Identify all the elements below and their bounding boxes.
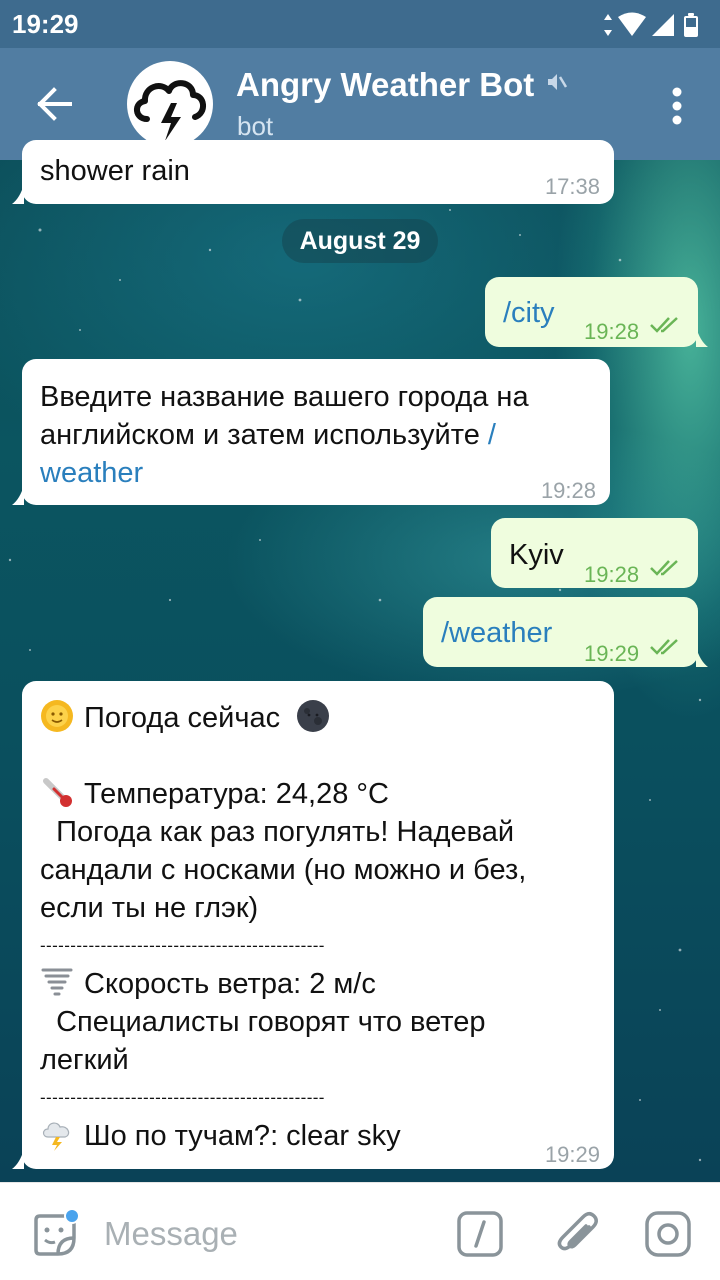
date-divider: August 29 (282, 219, 438, 263)
message-line: Введите название вашего города на (40, 381, 529, 413)
tornado-icon (41, 968, 73, 996)
bot-command-link[interactable]: / (488, 419, 496, 451)
message-time: 19:28 (540, 478, 596, 503)
thermometer-icon (43, 778, 72, 807)
divider-line: ----------------------------------------… (40, 1088, 325, 1107)
temperature-note: если ты не глэк) (40, 892, 259, 924)
temperature-line: Температура: 24,28 °C (40, 775, 605, 813)
wind-text: Скорость ветра: 2 м/с (84, 968, 376, 1000)
camera-button[interactable] (644, 1210, 692, 1258)
wind-note: Специалисты говорят что ветер (40, 1006, 486, 1038)
message-time: 19:29 (544, 1142, 600, 1167)
message-outgoing[interactable]: /weather 19:29 (423, 597, 698, 667)
more-vert-icon (672, 87, 682, 125)
message-time: 19:28 (584, 562, 640, 587)
bot-command-button[interactable] (456, 1210, 504, 1258)
attach-button[interactable] (553, 1207, 603, 1261)
message-incoming[interactable]: Введите название вашего города на англий… (22, 359, 610, 505)
chat-title: Angry Weather Bot (236, 66, 535, 103)
sticker-icon (34, 1208, 80, 1256)
read-checks-icon (650, 560, 678, 576)
message-text: shower rain (40, 155, 190, 187)
weather-report: Погода сейчас Температура: 24,28 °C Пого… (40, 699, 605, 1155)
mute-icon (548, 74, 568, 90)
status-icons (602, 12, 706, 38)
camera-icon (645, 1211, 691, 1257)
cloud-lightning-icon (42, 1122, 70, 1151)
temperature-note: Погода как раз погулять! Надевай (40, 816, 515, 848)
wind-line: Скорость ветра: 2 м/с (40, 965, 605, 1003)
sun-face-icon (41, 700, 73, 732)
message-outgoing[interactable]: Kyiv 19:28 (491, 518, 698, 588)
more-options-button[interactable] (670, 86, 684, 126)
new-moon-face-icon (297, 700, 330, 732)
message-time: 17:38 (544, 174, 600, 199)
bubble-tail (696, 327, 708, 347)
storm-cloud-avatar-icon (134, 80, 206, 141)
message-body: Введите название вашего города на англий… (40, 378, 600, 492)
message-time: 19:29 (584, 641, 640, 666)
status-time: 19:29 (12, 9, 79, 39)
message-line-text: английском и затем используйте (40, 419, 488, 451)
message-input-bar (0, 1182, 720, 1280)
message-incoming-weather[interactable]: Погода сейчас Температура: 24,28 °C Пого… (22, 681, 614, 1169)
message-line: английском и затем используйте / (40, 416, 600, 454)
wind-note: легкий (40, 1044, 129, 1076)
weather-heading: Погода сейчас (84, 702, 281, 734)
bot-command-link[interactable]: /weather (441, 614, 552, 652)
message-outgoing[interactable]: /city 19:28 (485, 277, 698, 347)
title-row[interactable]: Angry Weather Bot (236, 66, 569, 106)
clouds-text: Шо по тучам?: clear sky (84, 1120, 401, 1152)
bot-command-icon (457, 1211, 503, 1257)
bubble-tail (696, 647, 708, 667)
chat-subtitle: bot (237, 111, 274, 141)
message-time: 19:28 (584, 319, 640, 344)
temperature-note: сандали с носками (но можно и без, (40, 854, 527, 886)
read-checks-icon (650, 317, 678, 333)
message-incoming[interactable]: shower rain 17:38 (22, 140, 614, 204)
message-input[interactable] (104, 1211, 434, 1257)
bot-avatar[interactable] (127, 61, 213, 147)
sticker-button[interactable] (30, 1208, 80, 1260)
paperclip-icon (557, 1212, 598, 1251)
back-arrow-icon (37, 87, 72, 121)
bubble-tail (12, 184, 24, 204)
bubble-tail (12, 1149, 24, 1169)
temperature-text: Температура: 24,28 °C (84, 778, 389, 810)
bubble-tail (12, 485, 24, 505)
back-button[interactable] (30, 80, 80, 128)
status-bar: 19:29 (0, 0, 720, 48)
divider-line: ----------------------------------------… (40, 936, 325, 955)
read-checks-icon (650, 639, 678, 655)
message-text: Kyiv (509, 539, 564, 571)
bot-command-link[interactable]: /city (503, 294, 555, 332)
bot-command-link[interactable]: weather (40, 454, 600, 492)
weather-heading-line: Погода сейчас (40, 699, 605, 737)
clouds-line: Шо по тучам?: clear sky (40, 1117, 605, 1155)
